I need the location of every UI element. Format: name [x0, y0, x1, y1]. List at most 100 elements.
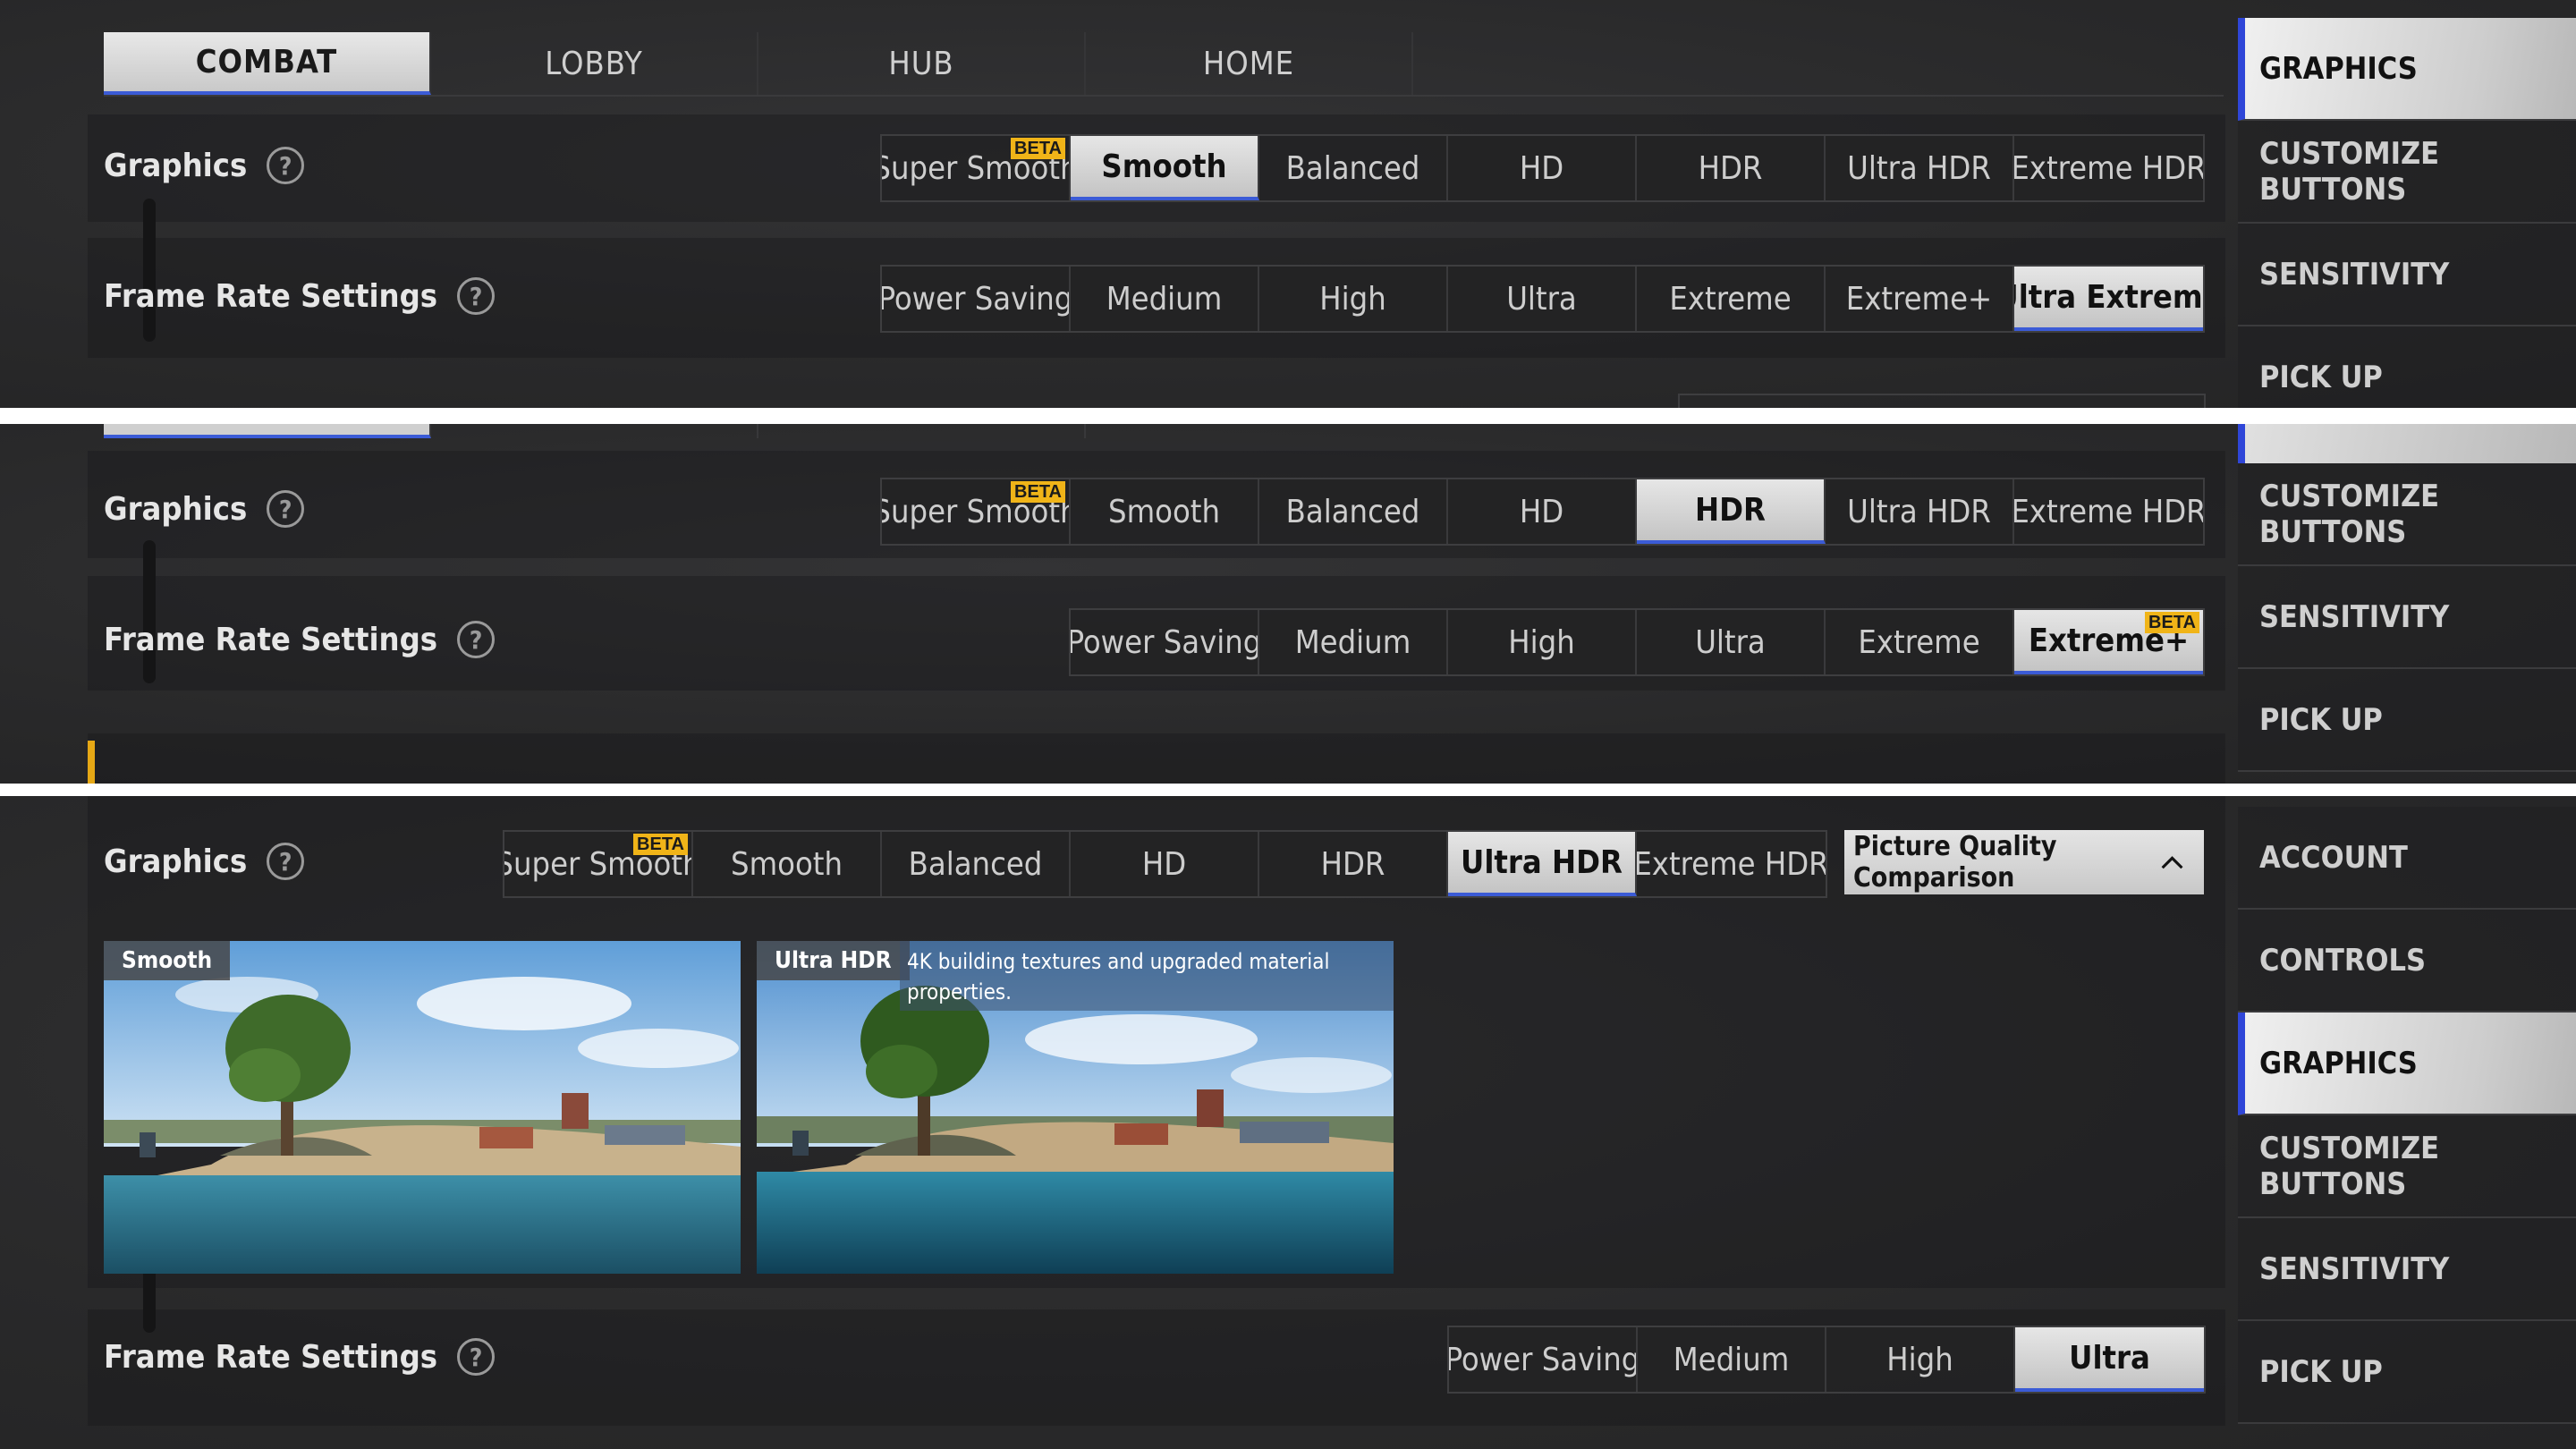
sidebar-item-customize-buttons[interactable]: CUSTOMIZE BUTTONS [2238, 1115, 2576, 1218]
sidebar-item-graphics[interactable]: GRAPHICS [2238, 18, 2576, 121]
frame-option-extreme-plus[interactable]: Extreme+ [1826, 267, 2014, 331]
frame-option-high[interactable]: High [1826, 1327, 2015, 1392]
beta-badge: BETA [1011, 481, 1065, 503]
frame-option-extreme[interactable]: Extreme [1637, 267, 1826, 331]
frame-rate-setting-label: Frame Rate Settings ? [104, 621, 496, 658]
graphics-setting-label: Graphics ? [104, 147, 305, 184]
frame-option-medium[interactable]: Medium [1259, 610, 1448, 674]
graphics-option-extreme-hdr[interactable]: Extreme HDR [1637, 832, 1826, 896]
sidebar-item-customize-buttons[interactable]: CUSTOMIZE BUTTONS [2238, 121, 2576, 224]
graphics-option-super-smooth[interactable]: Super Smooth BETA [882, 136, 1071, 200]
graphics-option-smooth[interactable]: Smooth [693, 832, 882, 896]
screenshot-divider [0, 784, 2576, 796]
row-highlight-marker [88, 741, 95, 784]
frame-option-ultra[interactable]: Ultra [1637, 610, 1826, 674]
graphics-setting-label: Graphics ? [104, 490, 305, 528]
top-tab-bar: COMBAT LOBBY HUB HOME [104, 32, 2224, 97]
frame-option-power-saving[interactable]: Power Saving [1449, 1327, 1638, 1392]
sidebar-item-controls[interactable]: CONTROLS [2238, 910, 2576, 1013]
sidebar-item-sensitivity[interactable]: SENSITIVITY [2238, 1218, 2576, 1321]
frame-rate-setting-label: Frame Rate Settings ? [104, 1338, 496, 1376]
question-circle-icon[interactable]: ? [457, 277, 496, 315]
graphics-label-text: Graphics [104, 147, 248, 184]
preview-tag: Smooth [104, 941, 231, 980]
question-circle-icon[interactable]: ? [457, 621, 496, 658]
graphics-option-hdr[interactable]: HDR [1637, 479, 1826, 544]
frame-option-power-saving[interactable]: Power Saving [1071, 610, 1259, 674]
frame-option-high[interactable]: High [1259, 267, 1448, 331]
beta-badge: BETA [2145, 612, 2199, 633]
tab-hub[interactable]: HUB [758, 32, 1086, 95]
graphics-quality-selector: Super Smooth BETA Smooth Balanced HD HDR … [503, 830, 1827, 898]
graphics-option-ultra-hdr[interactable]: Ultra HDR [1826, 479, 2014, 544]
graphics-option-super-smooth[interactable]: Super Smooth BETA [504, 832, 693, 896]
frame-option-medium[interactable]: Medium [1071, 267, 1259, 331]
question-circle-icon[interactable]: ? [457, 1338, 496, 1376]
scroll-indicator[interactable] [143, 540, 156, 683]
frame-option-ultra[interactable]: Ultra [2015, 1327, 2204, 1392]
graphics-option-ultra-hdr[interactable]: Ultra HDR [1448, 832, 1637, 896]
question-circle-icon[interactable]: ? [267, 490, 305, 528]
ultra-hdr-preview-image: Ultra HDR 4K building textures and upgra… [757, 941, 1394, 1274]
frame-rate-label-text: Frame Rate Settings [104, 621, 438, 658]
graphics-option-hd[interactable]: HD [1448, 479, 1637, 544]
graphics-option-hd[interactable]: HD [1071, 832, 1259, 896]
sidebar-item-account[interactable]: ACCOUNT [2238, 807, 2576, 910]
graphics-option-ultra-hdr[interactable]: Ultra HDR [1826, 136, 2014, 200]
frame-option-power-saving[interactable]: Power Saving [882, 267, 1071, 331]
chevron-up-icon [2161, 856, 2183, 869]
screenshot-divider [0, 408, 2576, 424]
sidebar-item-customize-buttons[interactable]: CUSTOMIZE BUTTONS [2238, 463, 2576, 566]
graphics-option-balanced[interactable]: Balanced [1259, 479, 1448, 544]
question-circle-icon[interactable]: ? [267, 843, 305, 880]
graphics-option-extreme-hdr[interactable]: Extreme HDR [2014, 479, 2203, 544]
sidebar-item-pick-up[interactable]: PICK UP [2238, 1321, 2576, 1424]
preview-description: 4K building textures and upgraded materi… [900, 941, 1394, 1011]
sidebar-item-sensitivity[interactable]: SENSITIVITY [2238, 224, 2576, 326]
frame-option-ultra[interactable]: Ultra [1448, 267, 1637, 331]
sidebar-item-pick-up[interactable]: PICK UP [2238, 669, 2576, 772]
graphics-option-smooth[interactable]: Smooth [1071, 136, 1259, 200]
frame-rate-label-text: Frame Rate Settings [104, 1338, 438, 1376]
tab-bar-peek [104, 424, 1088, 438]
graphics-option-hdr[interactable]: HDR [1637, 136, 1826, 200]
sidebar-item-sensitivity[interactable]: SENSITIVITY [2238, 566, 2576, 669]
graphics-option-extreme-hdr[interactable]: Extreme HDR [2014, 136, 2203, 200]
beta-badge: BETA [1011, 138, 1065, 159]
tab-home[interactable]: HOME [1086, 32, 1413, 95]
settings-sidebar: CUSTOMIZE BUTTONS SENSITIVITY PICK UP [2238, 463, 2576, 772]
graphics-option-super-smooth[interactable]: Super Smooth BETA [882, 479, 1071, 544]
next-row-bg [88, 733, 2225, 784]
frame-option-ultra-extreme[interactable]: Ultra Extreme [2014, 267, 2203, 331]
graphics-option-hdr[interactable]: HDR [1259, 832, 1448, 896]
smooth-preview-image: Smooth [104, 941, 741, 1274]
frame-rate-label-text: Frame Rate Settings [104, 277, 438, 315]
question-circle-icon[interactable]: ? [267, 147, 305, 184]
settings-panel-2: Graphics ? Super Smooth BETA Smooth Balan… [0, 424, 2576, 784]
frame-option-extreme-plus[interactable]: Extreme+ BETA [2014, 610, 2203, 674]
frame-rate-selector: Power Saving Medium High Ultra Extreme E… [1069, 608, 2205, 676]
frame-option-extreme[interactable]: Extreme [1826, 610, 2014, 674]
graphics-quality-selector: Super Smooth BETA Smooth Balanced HD HDR … [880, 478, 2205, 546]
settings-panel-1: COMBAT LOBBY HUB HOME Graphics ? Super S… [0, 0, 2576, 408]
graphics-quality-selector: Super Smooth BETA Smooth Balanced HD HDR … [880, 134, 2205, 202]
tab-lobby[interactable]: LOBBY [431, 32, 758, 95]
sidebar-item-pick-up[interactable]: PICK UP [2238, 326, 2576, 408]
graphics-option-smooth[interactable]: Smooth [1071, 479, 1259, 544]
frame-option-medium[interactable]: Medium [1638, 1327, 1826, 1392]
frame-option-high[interactable]: High [1448, 610, 1637, 674]
graphics-option-balanced[interactable]: Balanced [882, 832, 1071, 896]
tab-combat[interactable]: COMBAT [104, 32, 431, 95]
graphics-option-balanced[interactable]: Balanced [1259, 136, 1448, 200]
graphics-label-text: Graphics [104, 843, 248, 880]
graphics-option-hd[interactable]: HD [1448, 136, 1637, 200]
picture-quality-comparison-toggle[interactable]: Picture Quality Comparison [1844, 830, 2204, 894]
scroll-indicator[interactable] [143, 199, 156, 342]
tab-peek [104, 424, 431, 438]
frame-rate-setting-label: Frame Rate Settings ? [104, 277, 496, 315]
preview-tag: Ultra HDR [757, 941, 910, 980]
comparison-label: Picture Quality Comparison [1853, 831, 2057, 894]
graphics-setting-label: Graphics ? [104, 843, 305, 880]
graphics-label-text: Graphics [104, 490, 248, 528]
sidebar-item-graphics[interactable]: GRAPHICS [2238, 1013, 2576, 1115]
